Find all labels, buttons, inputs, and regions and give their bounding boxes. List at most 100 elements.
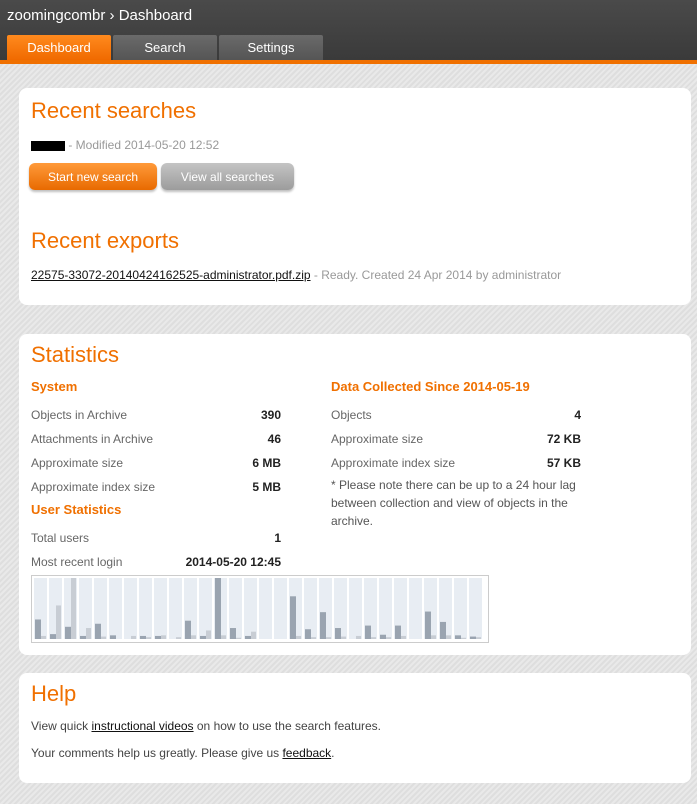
stat-row: Approximate index size 5 MB bbox=[31, 480, 281, 494]
chart-bar-primary bbox=[35, 619, 41, 639]
recent-export-item: 22575-33072-20140424162525-administrator… bbox=[31, 268, 561, 282]
tab-dashboard[interactable]: Dashboard bbox=[7, 35, 111, 60]
chart-column-bg bbox=[379, 578, 392, 639]
chart-bar-secondary bbox=[356, 635, 361, 639]
chart-bar-primary bbox=[320, 612, 326, 639]
chart-bar-secondary bbox=[401, 635, 406, 639]
help-line-videos: View quick instructional videos on how t… bbox=[31, 719, 381, 733]
chart-bar-secondary bbox=[296, 635, 301, 639]
export-status-text: - Ready. Created 24 Apr 2014 by administ… bbox=[313, 268, 562, 282]
chart-bar-secondary bbox=[311, 637, 316, 639]
lag-note: * Please note there can be up to a 24 ho… bbox=[331, 478, 576, 528]
chart-bar-primary bbox=[140, 635, 146, 639]
help-line-feedback: Your comments help us greatly. Please gi… bbox=[31, 746, 335, 760]
chart-bar-secondary bbox=[251, 631, 256, 639]
stat-row: Objects in Archive 390 bbox=[31, 408, 281, 422]
header-underline bbox=[0, 60, 697, 64]
chart-column-bg bbox=[454, 578, 467, 639]
chart-column-bg bbox=[244, 578, 257, 639]
chart-column-bg bbox=[139, 578, 152, 639]
stat-row: Most recent login 2014-05-20 12:45 bbox=[31, 555, 281, 569]
stat-value: 4 bbox=[574, 408, 581, 422]
chart-bar-primary bbox=[305, 629, 311, 639]
help-text: . bbox=[331, 746, 335, 760]
export-file-link[interactable]: 22575-33072-20140424162525-administrator… bbox=[31, 268, 311, 282]
breadcrumb-separator: › bbox=[109, 7, 115, 24]
start-new-search-button[interactable]: Start new search bbox=[29, 163, 157, 190]
help-panel: Help View quick instructional videos on … bbox=[19, 673, 691, 783]
chart-bar-secondary bbox=[371, 637, 376, 639]
chart-bar-secondary bbox=[86, 628, 91, 639]
stat-label: Objects bbox=[331, 408, 372, 422]
chart-bar-secondary bbox=[161, 635, 166, 639]
chart-bar-primary bbox=[395, 625, 401, 639]
chart-bar-primary bbox=[290, 596, 296, 639]
chart-column-bg bbox=[199, 578, 212, 639]
stat-row: Attachments in Archive 46 bbox=[31, 432, 281, 446]
feedback-link[interactable]: feedback bbox=[282, 746, 331, 760]
chart-bar-secondary bbox=[326, 637, 331, 639]
chart-bar-primary bbox=[440, 621, 446, 639]
help-text: Your comments help us greatly. Please gi… bbox=[31, 746, 283, 760]
chart-bar-secondary bbox=[386, 637, 391, 639]
data-collected-title: Data Collected Since 2014-05-19 bbox=[331, 379, 530, 394]
activity-chart-svg bbox=[34, 578, 482, 639]
recent-search-item: - Modified 2014-05-20 12:52 bbox=[31, 138, 219, 152]
chart-column-bg bbox=[274, 578, 287, 639]
stat-value: 57 KB bbox=[546, 456, 581, 470]
top-bar: zoomingcombr › Dashboard Dashboard Searc… bbox=[0, 0, 697, 60]
chart-bar-primary bbox=[110, 635, 116, 639]
stat-value: 72 KB bbox=[546, 432, 581, 446]
chart-bar-secondary bbox=[146, 637, 151, 639]
redacted-search-name[interactable] bbox=[31, 140, 65, 151]
stat-label: Objects in Archive bbox=[31, 408, 128, 422]
chart-bar-secondary bbox=[131, 635, 136, 639]
user-statistics-title: User Statistics bbox=[31, 502, 122, 517]
app-name[interactable]: zoomingcombr bbox=[7, 7, 105, 24]
recent-searches-title: Recent searches bbox=[31, 98, 197, 123]
chart-bar-secondary bbox=[206, 630, 211, 639]
breadcrumb: zoomingcombr › Dashboard bbox=[7, 7, 192, 24]
search-modified-text: - Modified 2014-05-20 12:52 bbox=[68, 138, 220, 152]
recent-panel: Recent searches - Modified 2014-05-20 12… bbox=[19, 88, 691, 305]
chart-bar-primary bbox=[65, 626, 71, 639]
help-text: on how to use the search features. bbox=[193, 719, 381, 733]
chart-bar-primary bbox=[335, 628, 341, 639]
stat-row: Approximate index size 57 KB bbox=[331, 456, 581, 470]
chart-bar-primary bbox=[365, 625, 371, 639]
chart-column-bg bbox=[409, 578, 422, 639]
chart-bar-secondary bbox=[221, 635, 226, 639]
instructional-videos-link[interactable]: instructional videos bbox=[91, 719, 193, 733]
chart-bar-secondary bbox=[461, 637, 466, 639]
chart-bar-primary bbox=[80, 635, 86, 639]
tab-search[interactable]: Search bbox=[113, 35, 217, 60]
chart-bar-secondary bbox=[446, 635, 451, 639]
chart-column-bg bbox=[349, 578, 362, 639]
stat-label: Approximate size bbox=[31, 456, 124, 470]
stat-value: 6 MB bbox=[252, 456, 281, 470]
chart-bar-secondary bbox=[236, 637, 241, 639]
chart-column-bg bbox=[169, 578, 182, 639]
chart-bar-secondary bbox=[176, 637, 181, 639]
chart-column-bg bbox=[124, 578, 137, 639]
chart-bar-primary bbox=[380, 634, 386, 639]
view-all-searches-button[interactable]: View all searches bbox=[161, 163, 294, 190]
chart-bar-secondary bbox=[341, 636, 346, 639]
system-title: System bbox=[31, 379, 78, 394]
chart-column-bg bbox=[109, 578, 122, 639]
statistics-panel: Statistics System Objects in Archive 390… bbox=[19, 334, 691, 655]
tab-settings[interactable]: Settings bbox=[219, 35, 323, 60]
chart-bar-primary bbox=[215, 578, 221, 639]
stat-row: Approximate size 72 KB bbox=[331, 432, 581, 446]
chart-column-bg bbox=[469, 578, 482, 639]
help-text: View quick bbox=[31, 719, 92, 733]
recent-exports-title: Recent exports bbox=[31, 228, 179, 253]
stat-label: Attachments in Archive bbox=[31, 432, 154, 446]
chart-bar-primary bbox=[455, 635, 461, 639]
help-title: Help bbox=[31, 681, 77, 706]
chart-column-bg bbox=[154, 578, 167, 639]
activity-chart bbox=[31, 575, 489, 643]
chart-bar-primary bbox=[245, 635, 251, 639]
page-title: Dashboard bbox=[118, 7, 193, 24]
stat-value: 5 MB bbox=[252, 480, 281, 494]
